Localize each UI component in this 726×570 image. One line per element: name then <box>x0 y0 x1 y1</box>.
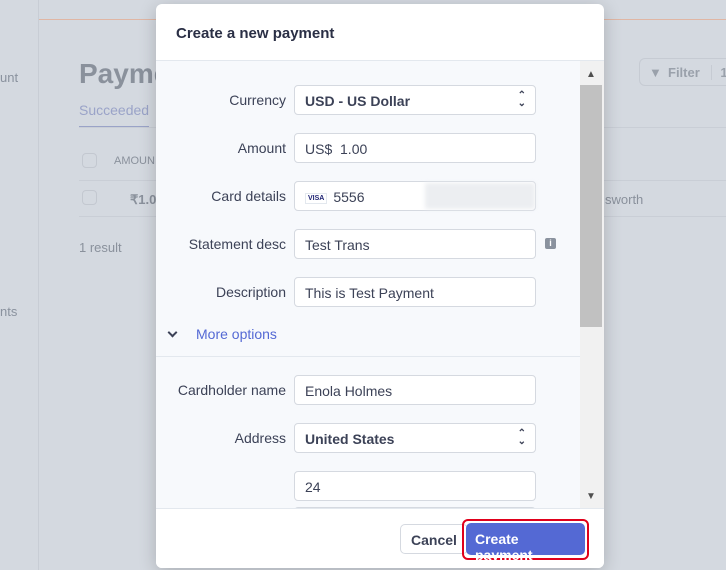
info-icon[interactable]: i <box>545 238 556 249</box>
chevron-updown-icon: ⌃ ⌄ <box>517 428 526 447</box>
filter-count: 1 <box>711 65 726 80</box>
filter-icon: ▼ <box>649 65 662 80</box>
description-label: Description <box>215 284 286 300</box>
more-options-toggle[interactable]: More options <box>166 326 277 342</box>
statement-label: Statement desc <box>188 236 286 252</box>
currency-value: USD - US Dollar <box>305 93 411 109</box>
amount-label: Amount <box>237 140 286 156</box>
result-count: 1 result <box>79 240 122 255</box>
more-options-label: More options <box>196 326 277 342</box>
dialog-body: Currency USD - US Dollar ⌃ ⌄ Amount US$ 1.… <box>156 61 580 508</box>
filter-label: Filter <box>668 65 700 80</box>
create-payment-dialog: Create a new payment Currency USD - US D… <box>156 4 604 568</box>
statement-row: Statement desc Test Trans i <box>156 229 580 259</box>
dialog-title: Create a new payment <box>156 4 604 61</box>
country-select[interactable]: United States ⌃ ⌄ <box>294 423 536 453</box>
description-row: Description This is Test Payment <box>156 277 580 307</box>
dialog-footer: Cancel Create payment <box>156 508 604 568</box>
cardholder-input[interactable]: Enola Holmes <box>294 375 536 405</box>
select-all-checkbox[interactable] <box>82 153 97 168</box>
filter-button[interactable]: ▼ Filter 1 <box>639 58 726 86</box>
address-label: Address <box>234 430 286 446</box>
currency-label: Currency <box>229 92 286 108</box>
tab-succeeded[interactable]: Succeeded <box>79 102 150 128</box>
column-header-amount: AMOUN <box>114 155 155 167</box>
amount-input[interactable]: US$ 1.00 <box>294 133 536 163</box>
description-input[interactable]: This is Test Payment <box>294 277 536 307</box>
address-line1-input[interactable]: 24 <box>294 471 536 501</box>
card-input[interactable]: VISA 5556 <box>294 181 536 211</box>
visa-icon: VISA <box>305 193 328 204</box>
sidebar-item[interactable]: nts <box>0 304 17 319</box>
currency-select[interactable]: USD - US Dollar ⌃ ⌄ <box>294 85 536 115</box>
chevron-down-icon <box>167 327 178 338</box>
cardholder-label: Cardholder name <box>177 382 286 398</box>
row-customer: sworth <box>605 192 644 207</box>
create-payment-button[interactable]: Create payment <box>466 523 585 563</box>
scroll-up-icon[interactable]: ▲ <box>586 69 596 80</box>
card-label: Card details <box>211 188 286 204</box>
scrollbar[interactable]: ▲ ▼ <box>580 61 604 508</box>
scrollbar-thumb[interactable] <box>580 85 602 327</box>
chevron-updown-icon: ⌃ ⌄ <box>517 90 526 109</box>
divider <box>156 356 580 357</box>
currency-row: Currency USD - US Dollar ⌃ ⌄ <box>156 85 580 115</box>
address-line-row: 24 <box>156 471 580 501</box>
redacted-blur <box>425 183 535 209</box>
country-value: United States <box>305 431 395 447</box>
cardholder-row: Cardholder name Enola Holmes <box>156 375 580 405</box>
statement-input[interactable]: Test Trans <box>294 229 536 259</box>
sidebar: unt nts <box>0 0 39 570</box>
card-row: Card details VISA 5556 <box>156 181 580 211</box>
sidebar-item[interactable]: unt <box>0 70 18 85</box>
amount-row: Amount US$ 1.00 <box>156 133 580 163</box>
card-number: 5556 <box>333 189 365 205</box>
row-checkbox[interactable] <box>82 190 97 205</box>
scroll-down-icon[interactable]: ▼ <box>586 491 596 502</box>
address-row: Address United States ⌃ ⌄ <box>156 423 580 453</box>
cancel-button[interactable]: Cancel <box>400 524 468 554</box>
